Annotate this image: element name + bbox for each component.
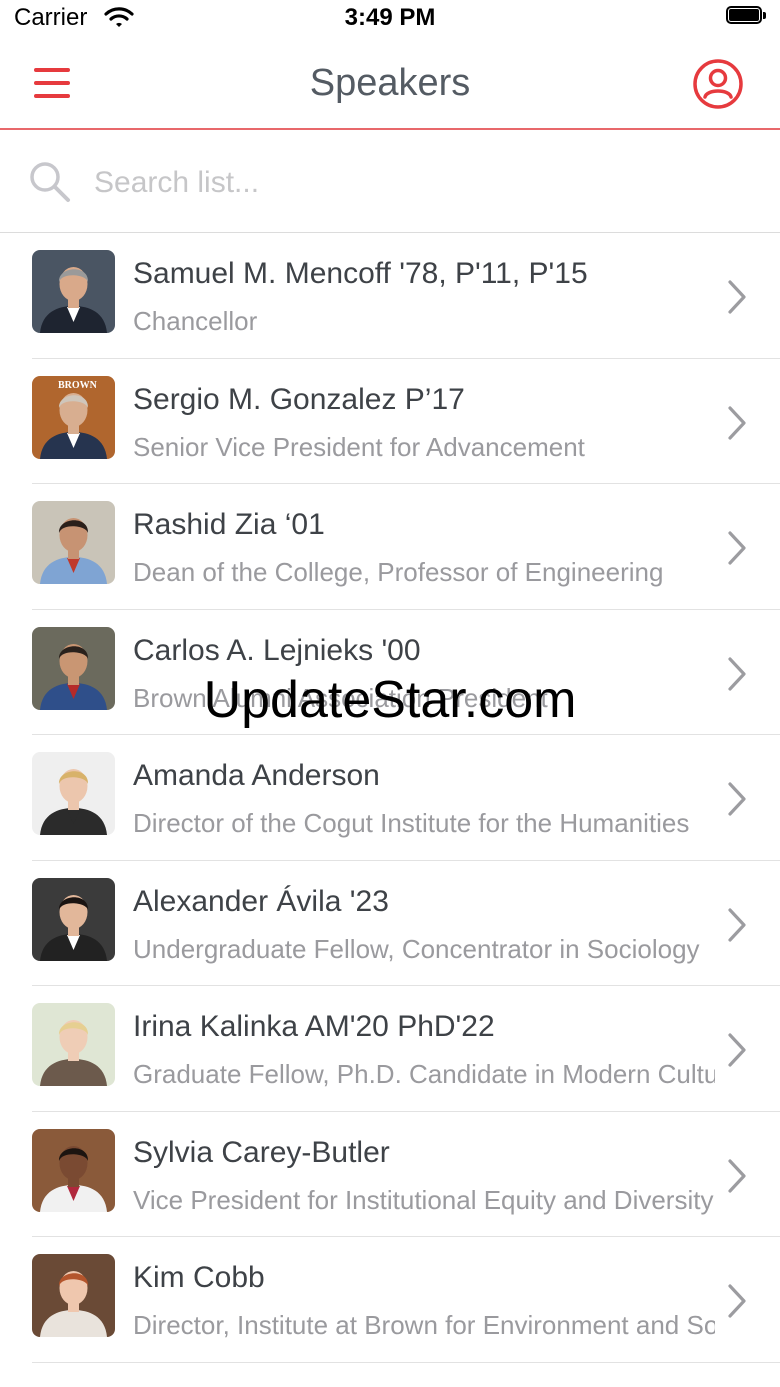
speaker-name: Carlos A. Lejnieks '00 — [133, 633, 421, 667]
speaker-photo — [32, 1003, 115, 1086]
speaker-title: Director of the Cogut Institute for the … — [133, 808, 690, 838]
chevron-right-icon — [726, 405, 748, 446]
speaker-row[interactable]: Samuel M. Mencoff '78, P'11, P'15 Chancel… — [0, 233, 780, 359]
user-circle-icon — [693, 59, 743, 109]
speaker-title: Vice President for Institutional Equity … — [133, 1184, 714, 1215]
chevron-right-icon — [726, 530, 748, 571]
speaker-title: Dean of the College, Professor of Engine… — [133, 557, 664, 587]
search-input[interactable] — [92, 158, 696, 208]
speaker-name: Samuel M. Mencoff '78, P'11, P'15 — [133, 257, 588, 290]
chevron-right-icon — [726, 279, 748, 320]
search-icon — [28, 160, 72, 209]
speaker-photo: BROWN — [32, 375, 115, 459]
speaker-name: Alexander Ávila '23 — [133, 884, 389, 918]
speaker-photo — [32, 501, 115, 584]
speaker-photo — [32, 626, 115, 710]
speaker-name: Irina Kalinka AM'20 PhD'22 — [133, 1010, 495, 1043]
speaker-name: Amanda Anderson — [133, 759, 380, 792]
speaker-name: Rashid Zia ‘01 — [133, 508, 325, 541]
chevron-right-icon — [726, 781, 748, 822]
speaker-photo — [32, 1254, 115, 1337]
chevron-right-icon — [726, 656, 748, 697]
speaker-photo — [32, 877, 115, 961]
chevron-right-icon — [726, 1158, 748, 1199]
speaker-photo — [32, 1128, 115, 1212]
photo-caption: BROWN — [58, 380, 98, 391]
speaker-row[interactable]: Irina Kalinka AM'20 PhD'22 Graduate Fello… — [0, 986, 780, 1112]
speaker-row[interactable]: Amanda Anderson Director of the Cogut Ins… — [0, 735, 780, 861]
speaker-photo — [32, 752, 115, 835]
navigation-bar: Speakers — [0, 40, 780, 130]
speaker-name: Kim Cobb — [133, 1261, 265, 1294]
status-time: 3:49 PM — [344, 4, 436, 31]
profile-button[interactable] — [692, 58, 744, 110]
page-title: Speakers — [309, 62, 471, 104]
speaker-row[interactable]: Kim Cobb Director, Institute at Brown for… — [0, 1237, 780, 1363]
speaker-name: Sylvia Carey-Butler — [133, 1135, 390, 1169]
speaker-row[interactable]: Carlos A. Lejnieks '00 Brown Alumni Assoc… — [0, 610, 780, 735]
speaker-title: Graduate Fellow, Ph.D. Candidate in Mode… — [133, 1059, 715, 1089]
speaker-list: Samuel M. Mencoff '78, P'11, P'15 Chancel… — [0, 233, 780, 1363]
speaker-row[interactable]: BROWN Sergio M. Gonzalez P’17 Senior Vice … — [0, 359, 780, 484]
speaker-row[interactable]: Rashid Zia ‘01 Dean of the College, Profe… — [0, 484, 780, 610]
battery-icon — [726, 6, 768, 26]
speaker-title: Undergraduate Fellow, Concentrator in So… — [133, 933, 700, 964]
speaker-photo — [32, 250, 115, 333]
speaker-row[interactable]: Sylvia Carey-Butler Vice President for In… — [0, 1112, 780, 1237]
search-bar — [0, 130, 780, 233]
speaker-title: Director, Institute at Brown for Environ… — [133, 1310, 715, 1340]
speaker-title: Senior Vice President for Advancement — [133, 431, 585, 462]
chevron-right-icon — [726, 1283, 748, 1324]
chevron-right-icon — [726, 1032, 748, 1073]
status-bar: Carrier 3:49 PM — [0, 0, 780, 40]
speaker-title: Chancellor — [133, 306, 258, 336]
speaker-title: Brown Alumni Association President — [133, 682, 548, 713]
speaker-row[interactable]: Alexander Ávila '23 Undergraduate Fellow,… — [0, 861, 780, 986]
speaker-name: Sergio M. Gonzalez P’17 — [133, 382, 465, 416]
row-divider — [32, 1361, 780, 1363]
chevron-right-icon — [726, 907, 748, 948]
